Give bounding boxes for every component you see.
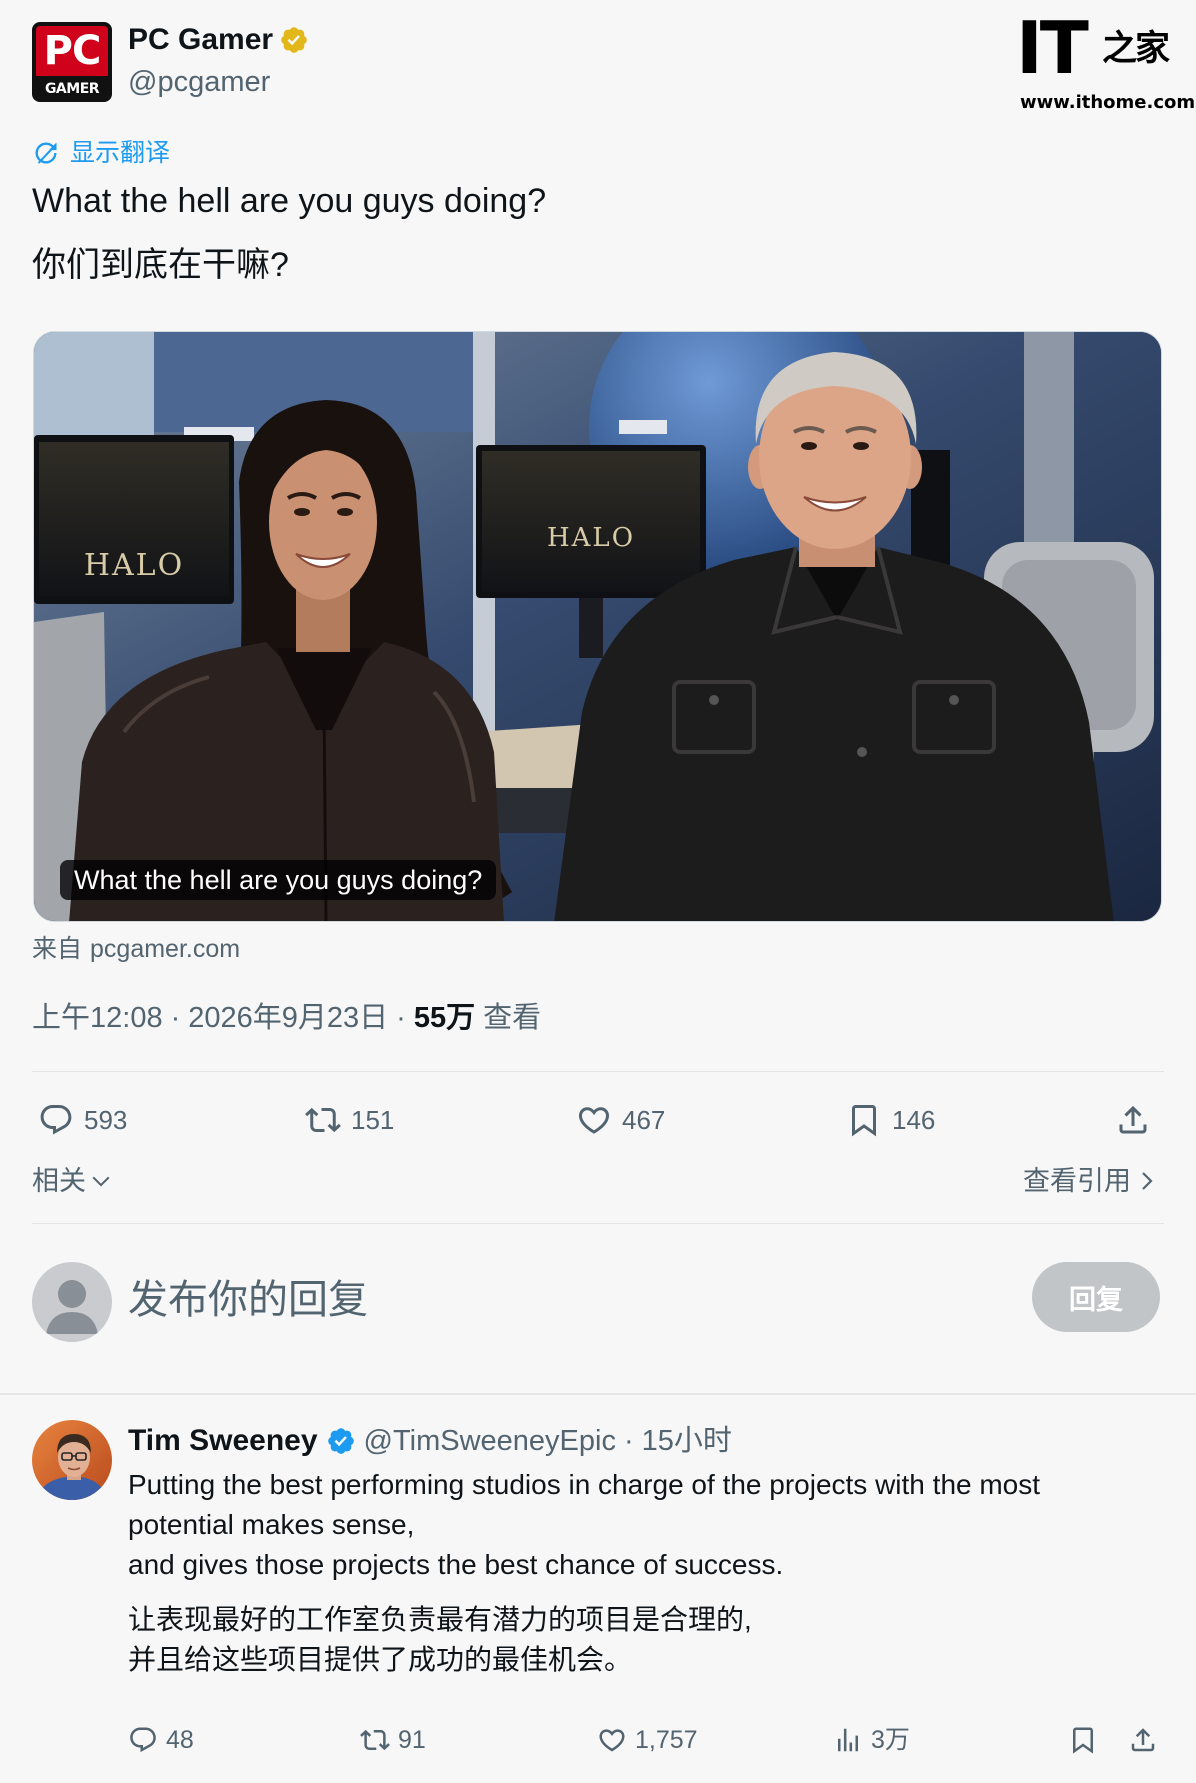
pcgamer-logo-gamer: GAMER (44, 81, 100, 97)
tim-sweeney-avatar[interactable] (32, 1420, 112, 1500)
reply-like-button[interactable]: 1,757 (597, 1720, 698, 1760)
retweet-count: 151 (351, 1105, 395, 1135)
video-frame: HALO HALO (34, 332, 1161, 921)
post-meta: 上午12:08 · 2026年9月23日 · 55万 查看 (32, 1000, 541, 1036)
reply-like-count: 1,757 (635, 1726, 698, 1754)
author-handle[interactable]: @pcgamer (128, 64, 270, 100)
retweet-button[interactable]: 151 (305, 1100, 394, 1140)
retweet-icon (360, 1725, 390, 1755)
reply-author-handle[interactable]: @TimSweeneyEpic (364, 1423, 616, 1459)
reply-icon (128, 1725, 158, 1755)
translate-label: 显示翻译 (70, 139, 171, 167)
author-name[interactable]: PC Gamer (128, 22, 273, 58)
bookmark-button[interactable]: 146 (846, 1100, 935, 1140)
reply-text-en-line: Putting the best performing studios in c… (128, 1469, 1041, 1500)
share-icon (1115, 1102, 1151, 1138)
post-views-label: 查看 (483, 1002, 542, 1034)
pcgamer-logo-pc: PC (36, 26, 108, 76)
divider (32, 1223, 1164, 1224)
reply-reply-count: 48 (166, 1726, 194, 1754)
ithome-url: www.ithome.com (1020, 92, 1196, 113)
source-prefix: 来自 (32, 935, 83, 963)
reply-header: Tim Sweeney @TimSweeneyEpic · 15小时 (128, 1422, 732, 1460)
share-button[interactable] (1115, 1100, 1151, 1140)
section-divider (0, 1393, 1196, 1395)
monitor-left-logo: HALO (84, 548, 184, 583)
reply-text-zh-line: 让表现最好的工作室负责最有潜力的项目是合理的, (128, 1604, 752, 1635)
reply-time[interactable]: 15小时 (642, 1423, 732, 1459)
monitor-left: HALO (34, 435, 234, 604)
reply-views-button[interactable]: 3万 (833, 1720, 910, 1760)
reply-author-name[interactable]: Tim Sweeney (128, 1423, 318, 1459)
source-link[interactable]: 来自 pcgamer.com (32, 933, 240, 965)
analytics-icon (833, 1725, 863, 1755)
post-date[interactable]: 2026年9月23日 (188, 1000, 388, 1036)
reply-reply-button[interactable]: 48 (128, 1720, 194, 1760)
verified-blue-icon (326, 1426, 356, 1456)
author-name-row[interactable]: PC Gamer (128, 22, 309, 58)
related-label: 相关 (32, 1166, 86, 1196)
reply-input[interactable] (128, 1270, 988, 1330)
meta-separator: · (170, 1002, 181, 1034)
bookmark-icon (846, 1102, 882, 1138)
reply-text-en-line: and gives those projects the best chance… (128, 1549, 784, 1580)
verified-gold-icon (279, 25, 309, 55)
reply-icon (38, 1102, 74, 1138)
monitor-center-logo: HALO (547, 523, 635, 553)
pcgamer-avatar[interactable]: PC GAMER (32, 22, 112, 102)
reply-count: 593 (84, 1105, 128, 1135)
reply-bookmark-button[interactable] (1068, 1720, 1098, 1760)
video-caption: What the hell are you guys doing? (60, 860, 497, 900)
chevron-right-icon (1137, 1169, 1157, 1193)
retweet-icon (305, 1102, 341, 1138)
quotes-label: 查看引用 (1023, 1166, 1131, 1196)
ithome-logo-it: IT (1016, 6, 1089, 90)
like-count: 467 (622, 1105, 666, 1135)
reply-share-button[interactable] (1128, 1720, 1158, 1760)
heart-icon (576, 1102, 612, 1138)
post-media-video[interactable]: HALO HALO What the hell are you guys doi… (33, 331, 1162, 922)
share-icon (1128, 1725, 1158, 1755)
reply-submit-button[interactable]: 回复 (1032, 1262, 1160, 1332)
bookmark-icon (1068, 1725, 1098, 1755)
reply-separator: · (623, 1425, 634, 1457)
current-user-avatar[interactable] (32, 1262, 112, 1342)
reply-button[interactable]: 593 (38, 1100, 127, 1140)
translate-icon (32, 139, 60, 167)
like-button[interactable]: 467 (576, 1100, 665, 1140)
show-translation-link[interactable]: 显示翻译 (32, 136, 170, 170)
view-quotes-link[interactable]: 查看引用 (1023, 1162, 1157, 1200)
reply-views-count: 3万 (871, 1726, 910, 1754)
reply-retweet-count: 91 (398, 1726, 426, 1754)
heart-icon (597, 1725, 627, 1755)
meta-separator: · (396, 1002, 406, 1034)
ithome-logo-sub: 之家 (1102, 28, 1170, 69)
post-views-count: 55万 (413, 1002, 476, 1034)
post-text-zh: 你们到底在干嘛? (32, 246, 289, 284)
related-dropdown[interactable]: 相关 (32, 1162, 112, 1200)
reply-text-en-line: potential makes sense, (128, 1509, 415, 1540)
chevron-down-icon (90, 1170, 112, 1192)
divider (32, 1071, 1164, 1072)
post-text-en: What the hell are you guys doing? (32, 182, 547, 220)
post-time[interactable]: 上午12:08 (32, 1000, 163, 1036)
reply-retweet-button[interactable]: 91 (360, 1720, 426, 1760)
bookmark-count: 146 (892, 1105, 936, 1135)
source-domain[interactable]: pcgamer.com (90, 933, 240, 965)
reply-text-zh-line: 并且给这些项目提供了成功的最佳机会。 (128, 1644, 633, 1675)
